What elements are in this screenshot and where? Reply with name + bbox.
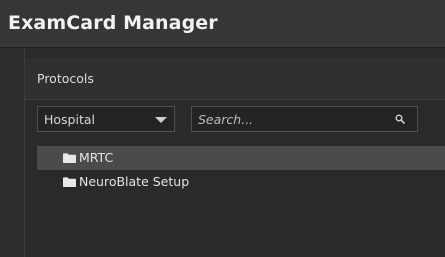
source-dropdown-value: Hospital — [44, 112, 96, 127]
examcard-manager-window: ExamCard Manager Protocols Hospital MRTC — [0, 0, 445, 257]
protocol-tree: MRTC NeuroBlate Setup — [37, 146, 445, 194]
triangle-down-icon — [155, 117, 167, 123]
tree-item-label: MRTC — [79, 150, 114, 165]
titlebar: ExamCard Manager — [0, 0, 445, 48]
search-field[interactable] — [191, 106, 418, 132]
folder-icon — [63, 153, 76, 163]
tree-item-label: NeuroBlate Setup — [79, 174, 190, 189]
protocols-section-header[interactable]: Protocols — [25, 58, 445, 100]
source-dropdown[interactable]: Hospital — [37, 106, 175, 132]
tree-item-mrtc[interactable]: MRTC — [37, 146, 445, 170]
protocols-panel: Protocols Hospital MRTC — [24, 48, 445, 257]
window-title: ExamCard Manager — [8, 12, 218, 34]
tree-item-neuroblate-setup[interactable]: NeuroBlate Setup — [37, 170, 445, 194]
section-title: Protocols — [37, 71, 94, 86]
folder-icon — [63, 177, 76, 187]
search-icon[interactable] — [395, 114, 405, 124]
search-input[interactable] — [192, 107, 382, 131]
